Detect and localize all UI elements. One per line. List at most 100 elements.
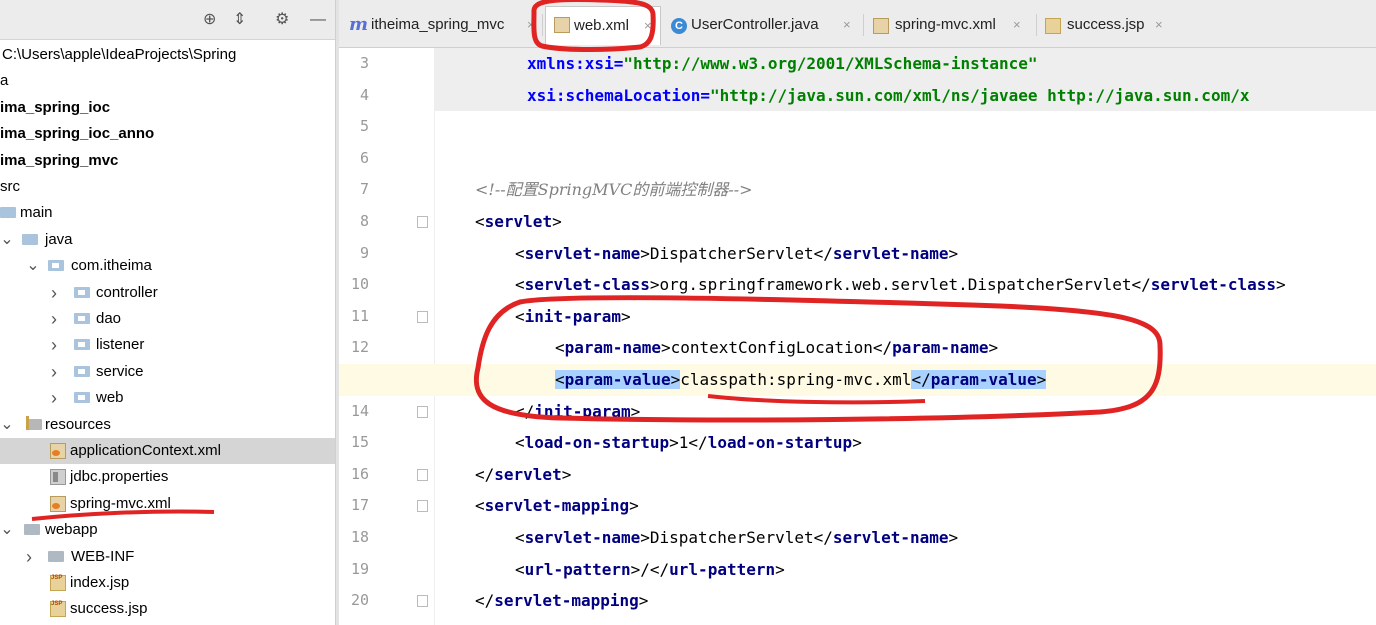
code-token: >: [852, 433, 862, 453]
collapse-icon[interactable]: ⇕: [233, 10, 246, 30]
code-line[interactable]: <servlet-class>org.springframework.web.s…: [339, 269, 1376, 301]
code-line[interactable]: </servlet-mapping>: [339, 585, 1376, 617]
chevron-right-icon[interactable]: ›: [47, 306, 61, 332]
jsp-file-icon: [50, 591, 66, 618]
code-line[interactable]: [339, 111, 1376, 143]
tree-item[interactable]: spring-mvc.xml: [0, 491, 335, 517]
tab-success-jsp[interactable]: success.jsp ×: [1045, 8, 1175, 42]
chevron-right-icon[interactable]: ›: [47, 359, 61, 385]
properties-file-icon: [50, 469, 66, 486]
gear-icon[interactable]: ⚙: [275, 10, 289, 30]
code-token: <: [515, 306, 525, 326]
code-text: <servlet>: [475, 206, 562, 238]
chevron-down-icon[interactable]: ⌄: [0, 517, 14, 543]
folder-icon: [22, 233, 38, 245]
chevron-down-icon[interactable]: ⌄: [0, 227, 14, 253]
code-line[interactable]: [339, 143, 1376, 175]
tree-item[interactable]: main: [0, 200, 335, 226]
code-line[interactable]: xsi:schemaLocation="http://java.sun.com/…: [435, 79, 1376, 112]
tree-item[interactable]: ima_spring_mvc: [0, 148, 335, 174]
close-icon[interactable]: ×: [843, 8, 851, 42]
code-line[interactable]: <url-pattern>/</url-pattern>: [339, 554, 1376, 586]
tab-label: itheima_spring_mvc: [371, 16, 505, 33]
close-icon[interactable]: ×: [1155, 8, 1163, 42]
tree-item[interactable]: › listener: [0, 332, 335, 358]
tree-item-label: jdbc.properties: [70, 468, 169, 486]
code-token: <: [555, 370, 565, 389]
tab-spring-mvc-xml[interactable]: spring-mvc.xml ×: [873, 8, 1033, 42]
code-token: servlet-name: [524, 528, 641, 547]
close-icon[interactable]: ×: [1013, 8, 1021, 42]
tree-item-label: src: [0, 178, 20, 195]
package-icon: [74, 392, 90, 404]
close-icon[interactable]: ×: [527, 8, 535, 42]
tree-item[interactable]: ⌄ com.itheima: [0, 253, 335, 279]
code-token: contextConfigLocation: [670, 338, 873, 358]
code-token: >: [630, 401, 641, 421]
tree-item[interactable]: ⌄ java: [0, 227, 335, 253]
tree-item[interactable]: success.jsp: [0, 591, 335, 622]
tab-web-xml[interactable]: web.xml ×: [545, 6, 661, 45]
code-token: >: [988, 338, 999, 358]
tree-item[interactable]: C:\Users\apple\IdeaProjects\Spring: [0, 42, 335, 68]
code-token: servlet-mapping: [484, 496, 630, 516]
tree-item-label: index.jsp: [70, 574, 130, 591]
xml-file-icon: [50, 443, 66, 459]
tree-item-label: WEB-INF: [71, 547, 135, 565]
tree-item[interactable]: › web: [0, 385, 335, 411]
tree-item[interactable]: ima_spring_ioc: [0, 95, 335, 121]
tree-item[interactable]: ima_spring_ioc_anno: [0, 121, 335, 147]
code-token: 1: [678, 433, 689, 453]
code-line[interactable]: <param-name>contextConfigLocation</param…: [339, 332, 1376, 364]
chevron-right-icon[interactable]: ›: [47, 332, 61, 358]
chevron-down-icon[interactable]: ⌄: [0, 412, 14, 438]
tree-item[interactable]: a: [0, 68, 335, 94]
tree-item[interactable]: › dao: [0, 306, 335, 332]
code-token: <: [475, 496, 485, 516]
code-line[interactable]: <servlet-name>DispatcherServlet</servlet…: [339, 238, 1376, 270]
code-line[interactable]: <servlet-name>DispatcherServlet</servlet…: [339, 522, 1376, 554]
code-token: >: [670, 370, 681, 389]
tree-item[interactable]: › controller: [0, 280, 335, 306]
code-token: org.springframework.web.servlet.Dispatch…: [659, 275, 1132, 295]
code-token: servlet-name: [832, 528, 949, 547]
code-editor[interactable]: 34567891011121314151617181920 xmlns:xsi=…: [339, 48, 1376, 625]
chevron-right-icon[interactable]: ›: [47, 385, 61, 411]
code-line[interactable]: <param-value>classpath:spring-mvc.xml</p…: [339, 364, 1376, 396]
java-class-icon: C: [671, 18, 687, 34]
code-line[interactable]: <!--配置SpringMVC的前端控制器-->: [339, 174, 1376, 206]
code-token: /: [640, 559, 650, 579]
code-line[interactable]: <servlet-mapping>: [339, 490, 1376, 522]
tab-separator: [542, 14, 543, 36]
code-line[interactable]: </init-param>: [339, 396, 1376, 428]
code-token: <: [515, 243, 525, 263]
tree-item-label: dao: [96, 310, 122, 327]
code-token: <: [555, 338, 565, 358]
hide-icon[interactable]: —: [310, 10, 326, 30]
code-line[interactable]: xmlns:xsi="http://www.w3.org/2001/XMLSch…: [435, 48, 1376, 80]
code-line[interactable]: <init-param>: [339, 301, 1376, 333]
tree-item[interactable]: ⌄ webapp: [0, 517, 335, 543]
tree-item[interactable]: applicationContext.xml: [0, 438, 335, 464]
code-token: param-name: [564, 338, 661, 358]
chevron-right-icon[interactable]: ›: [22, 544, 36, 570]
code-line[interactable]: <servlet>: [339, 206, 1376, 238]
code-token: >: [640, 528, 650, 547]
chevron-down-icon[interactable]: ⌄: [26, 253, 40, 279]
maven-module-icon: m: [349, 14, 369, 35]
close-icon[interactable]: ×: [644, 7, 652, 45]
tree-item[interactable]: ⌄ resources: [0, 412, 335, 438]
code-token: >: [649, 275, 660, 295]
tree-item[interactable]: jdbc.properties: [0, 464, 335, 490]
code-line[interactable]: </servlet>: [339, 459, 1376, 491]
code-token: load-on-startup: [524, 433, 670, 453]
code-text: <servlet-name>DispatcherServlet</servlet…: [515, 522, 958, 554]
globe-icon[interactable]: ⊕: [203, 10, 216, 30]
tree-item[interactable]: › service: [0, 359, 335, 385]
tree-item[interactable]: src: [0, 174, 335, 200]
tab-usercontroller-java[interactable]: C UserController.java ×: [671, 8, 861, 42]
code-token: <!--配置SpringMVC的前端控制器-->: [475, 180, 753, 200]
chevron-right-icon[interactable]: ›: [47, 280, 61, 306]
tab-itheima-spring-mvc[interactable]: m itheima_spring_mvc ×: [349, 8, 539, 42]
code-line[interactable]: <load-on-startup>1</load-on-startup>: [339, 427, 1376, 459]
